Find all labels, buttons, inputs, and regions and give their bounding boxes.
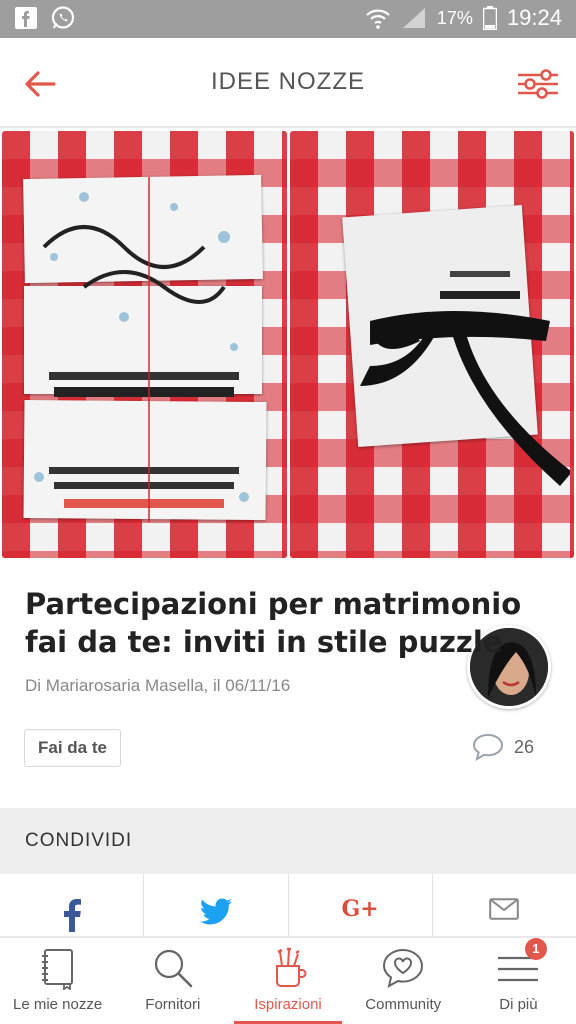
- share-buttons: G+: [0, 874, 576, 936]
- nav-label: Ispirazioni: [254, 996, 322, 1013]
- share-twitter-button[interactable]: [144, 874, 289, 936]
- whatsapp-icon: [51, 6, 75, 29]
- clock: 19:24: [506, 5, 562, 30]
- nav-item-di-piu[interactable]: 1 Di più: [461, 938, 576, 1024]
- share-google-plus-button[interactable]: G+: [289, 874, 433, 936]
- gallery-image-puzzle-invitation[interactable]: [2, 131, 287, 558]
- nav-label: Community: [365, 996, 442, 1013]
- notification-badge: 1: [524, 938, 547, 960]
- article-gallery: [0, 128, 576, 709]
- chat-heart-icon: [383, 948, 424, 988]
- nav-item-fornitori[interactable]: Fornitori: [115, 938, 230, 1024]
- comment-bubble-icon: [472, 733, 504, 761]
- notebook-icon: [41, 949, 73, 990]
- nav-item-community[interactable]: Community: [346, 938, 461, 1024]
- battery-icon: [482, 6, 497, 30]
- filter-sliders-icon[interactable]: [516, 64, 560, 104]
- nav-label: Fornitori: [145, 996, 201, 1013]
- facebook-icon: [63, 899, 81, 932]
- share-label: CONDIVIDI: [25, 830, 133, 851]
- category-tag[interactable]: Fai da te: [24, 729, 121, 767]
- facebook-icon: [15, 7, 37, 29]
- comment-count: 26: [514, 736, 535, 757]
- battery-percent: 17%: [436, 7, 473, 28]
- nav-item-le-mie-nozze[interactable]: Le mie nozze: [0, 938, 115, 1024]
- article-byline: Di Mariarosaria Masella, il 06/11/16: [25, 676, 291, 695]
- brush-cup-icon: [276, 947, 307, 987]
- app-bar: IDEE NOZZE: [0, 38, 576, 128]
- search-icon: [154, 949, 193, 988]
- envelope-icon: [489, 898, 520, 920]
- share-email-button[interactable]: [433, 874, 576, 936]
- page-title: IDEE NOZZE: [210, 68, 365, 95]
- gallery-image-invitation-bow[interactable]: [290, 131, 574, 558]
- nav-label: Le mie nozze: [12, 996, 103, 1013]
- signal-icon: [402, 8, 425, 28]
- nav-label: Di più: [499, 996, 538, 1013]
- wifi-icon: [366, 9, 390, 29]
- bottom-navigation: Le mie nozze Fornitori Ispirazioni Commu…: [0, 936, 576, 1024]
- share-facebook-button[interactable]: [0, 874, 145, 936]
- nav-item-ispirazioni[interactable]: Ispirazioni: [230, 938, 345, 1024]
- google-plus-icon: G+: [341, 896, 379, 922]
- status-bar: 17% 19:24: [0, 0, 576, 38]
- article-title: Partecipazioni per matrimonio fai da te:…: [25, 587, 522, 659]
- twitter-icon: [199, 898, 232, 925]
- comments-button[interactable]: 26: [472, 733, 534, 761]
- share-section-header: CONDIVIDI: [0, 808, 576, 874]
